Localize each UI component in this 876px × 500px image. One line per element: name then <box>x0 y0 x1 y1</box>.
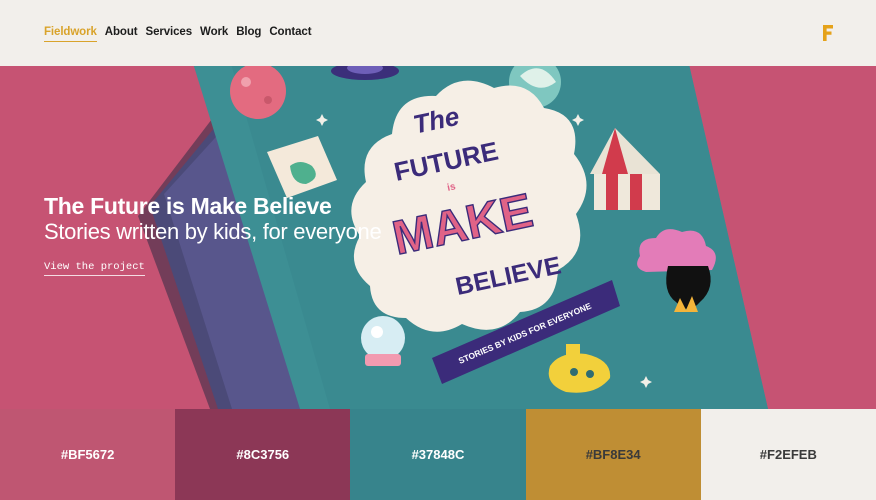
hero-subtitle: Stories written by kids, for everyone <box>44 219 382 244</box>
view-project-link[interactable]: View the project <box>44 261 145 276</box>
color-swatch: #F2EFEB <box>700 409 876 500</box>
nav-item-work[interactable]: Work <box>200 26 228 42</box>
color-swatch: #8C3756 <box>175 409 351 500</box>
swatch-hex-label: #F2EFEB <box>759 447 817 462</box>
f-monogram-icon[interactable] <box>822 24 834 42</box>
color-swatch: #37848C <box>350 409 526 500</box>
nav-item-blog[interactable]: Blog <box>236 26 261 42</box>
swatch-hex-label: #BF8E34 <box>585 447 641 462</box>
swatch-hex-label: #8C3756 <box>236 447 290 462</box>
nav-item-fieldwork[interactable]: Fieldwork <box>44 26 97 42</box>
swatch-hex-label: #BF5672 <box>60 447 115 462</box>
nav-item-about[interactable]: About <box>105 26 138 42</box>
color-swatch: #BF8E34 <box>525 409 701 500</box>
nav-item-services[interactable]: Services <box>146 26 193 42</box>
color-palette: #BF5672 #8C3756 #37848C #BF8E34 #F2EFEB <box>0 409 876 500</box>
swatch-hex-label: #37848C <box>411 447 465 462</box>
nav-item-contact[interactable]: Contact <box>269 26 311 42</box>
site-header: Fieldwork About Services Work Blog Conta… <box>0 0 876 66</box>
color-swatch: #BF5672 <box>0 409 176 500</box>
hero-text-block: The Future is Make Believe Stories writt… <box>44 193 382 276</box>
hero-section: The FUTURE is MAKE BELIEVE STORIES BY KI… <box>0 66 876 409</box>
main-nav: Fieldwork About Services Work Blog Conta… <box>44 26 312 42</box>
hero-title: The Future is Make Believe <box>44 193 332 219</box>
